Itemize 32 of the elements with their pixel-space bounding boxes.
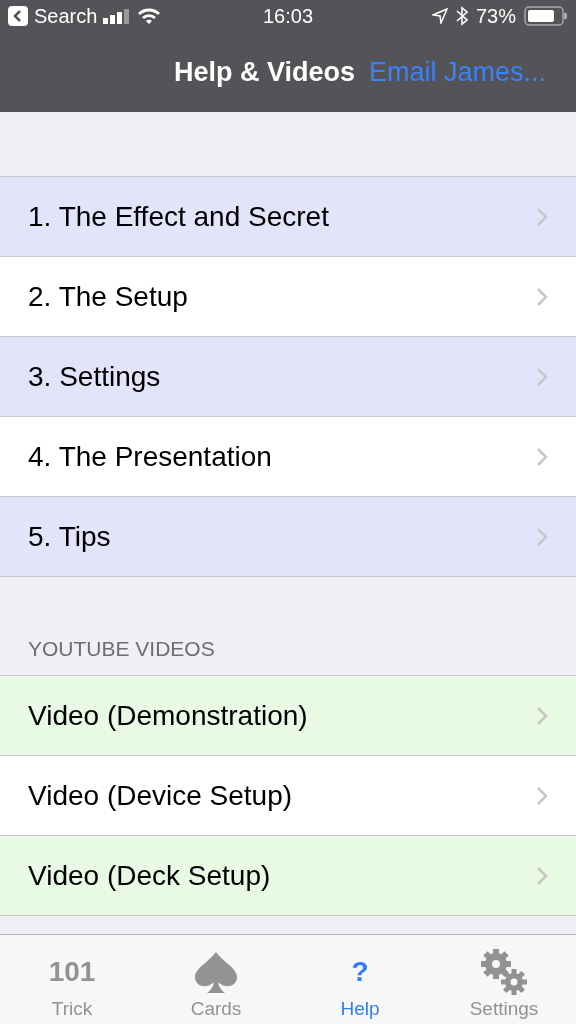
- spade-icon: [193, 950, 239, 994]
- back-icon[interactable]: [8, 6, 28, 26]
- signal-icon: [103, 8, 132, 24]
- chevron-icon: [536, 446, 548, 467]
- tab-item[interactable]: ? Help: [288, 935, 432, 1024]
- chevron-icon: [536, 206, 548, 227]
- battery-icon: [524, 6, 568, 26]
- wifi-icon: [137, 7, 162, 25]
- chevron-icon: [536, 705, 548, 726]
- back-label[interactable]: Search: [34, 4, 98, 28]
- battery-percent: 73%: [475, 4, 516, 28]
- list-row[interactable]: 4. The Presentation: [0, 417, 576, 497]
- location-icon: [431, 8, 448, 24]
- chevron-icon: [536, 366, 548, 387]
- list-row[interactable]: Video (Demonstration): [0, 676, 576, 756]
- tab-glyph-icon: 101: [48, 956, 96, 988]
- list-row[interactable]: 5. Tips: [0, 497, 576, 577]
- chevron-icon: [536, 526, 548, 547]
- clock: 16:03: [262, 4, 314, 28]
- chevron-icon: [536, 865, 548, 886]
- list-row[interactable]: 3. Settings: [0, 337, 576, 417]
- section-header: YOUTUBE VIDEOS: [28, 637, 215, 661]
- tab-glyph-icon: ?: [351, 956, 369, 988]
- list-row[interactable]: 2. The Setup: [0, 257, 576, 337]
- gears-icon: [478, 947, 530, 997]
- bluetooth-icon: [455, 6, 468, 26]
- nav-title: Help & Videos: [173, 56, 355, 88]
- list-row[interactable]: 1. The Effect and Secret: [0, 177, 576, 257]
- chevron-icon: [536, 286, 548, 307]
- list-row[interactable]: Video (Device Setup): [0, 756, 576, 836]
- list-row[interactable]: Video (Deck Setup): [0, 836, 576, 916]
- chevron-icon: [536, 785, 548, 806]
